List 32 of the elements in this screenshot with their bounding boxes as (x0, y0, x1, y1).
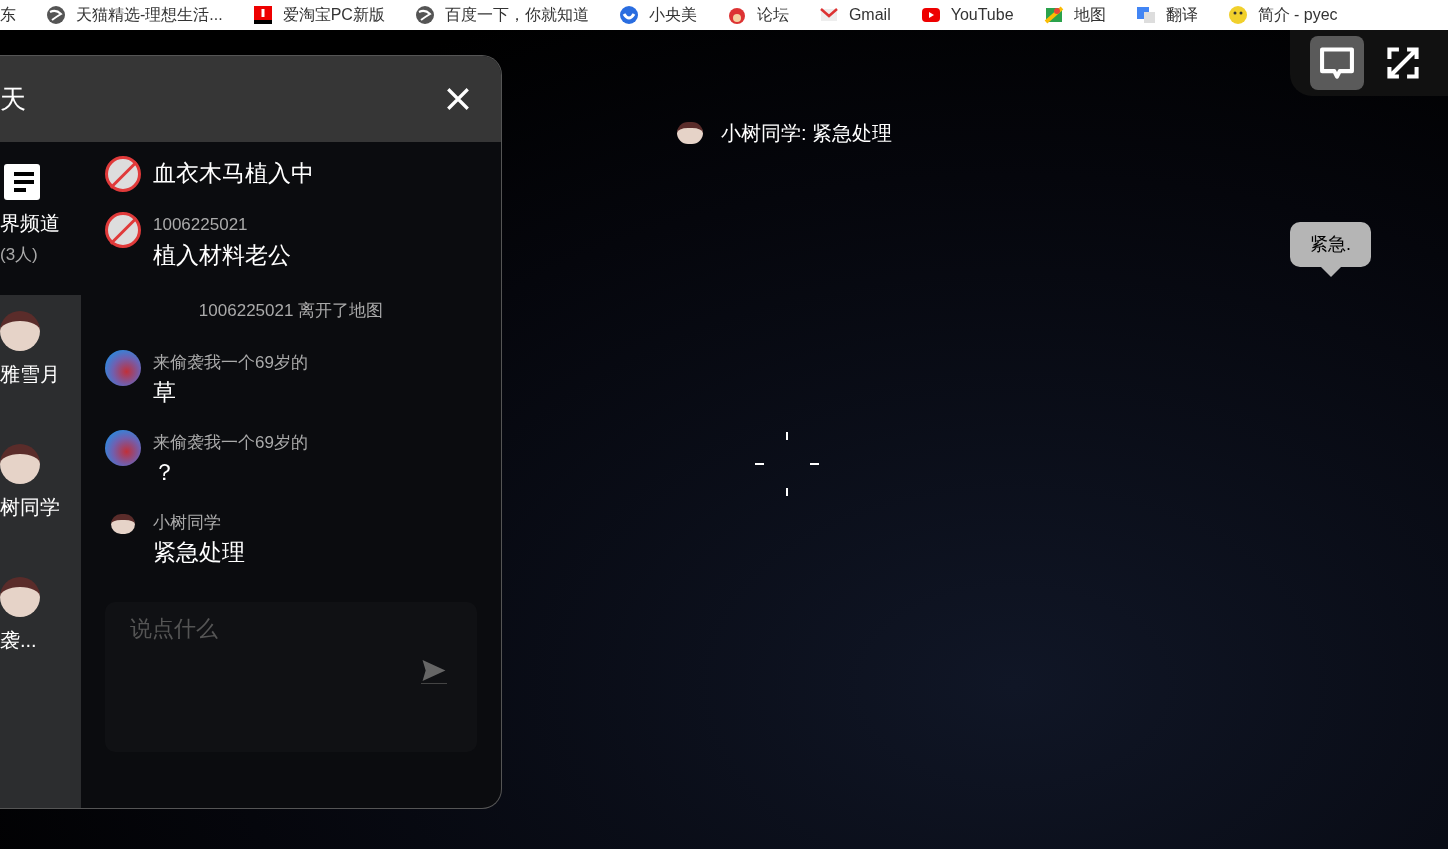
bookmark-link[interactable]: 百度一下，你就知道 (414, 3, 589, 27)
bookmark-link[interactable]: Gmail (818, 3, 891, 27)
bookmark-link[interactable]: 爱淘宝PC新版 (252, 3, 385, 27)
message-text: 草 (153, 378, 177, 407)
member-count: (3人) (0, 244, 39, 266)
channel-name: 袭... (0, 628, 38, 653)
channel-item[interactable]: 雅雪月 (0, 295, 81, 428)
bookmark-link[interactable]: YouTube (920, 3, 1014, 27)
channel-item[interactable]: 袭... (0, 561, 81, 694)
channel-item[interactable]: 树同学 (0, 428, 81, 561)
bookmark-link[interactable]: 论坛 (726, 3, 789, 27)
bookmark-link[interactable]: 东 (0, 3, 16, 27)
bookmark-link[interactable]: 天猫精选-理想生活... (46, 3, 223, 27)
message-text: 紧急处理 (153, 538, 245, 567)
sender-name: 来偷袭我一个69岁的 (153, 431, 308, 454)
system-notice: 1006225021 离开了地图 (197, 300, 385, 322)
message-text: 植入材料老公 (153, 240, 291, 270)
message-text: 血衣木马植入中 (153, 159, 314, 188)
bookmark-link[interactable]: 地图 (1043, 3, 1106, 27)
sender-name: 1006225021 (153, 214, 249, 236)
channel-name: 界频道 (0, 211, 61, 236)
sender-name: 小树同学 (153, 511, 222, 534)
sender-name: 来偷袭我一个69岁的 (153, 351, 308, 374)
bookmark-link[interactable]: 简介 - pyec (1227, 3, 1338, 27)
bookmark-link[interactable]: 翻译 (1135, 3, 1198, 27)
chat-title: 天 (0, 82, 26, 116)
message-text: ？ (153, 458, 177, 487)
player-caption: 小树同学: 紧急处理 (721, 121, 893, 146)
channel-name: 雅雪月 (0, 362, 61, 387)
bookmark-link[interactable]: 小央美 (618, 3, 697, 27)
channel-name: 树同学 (0, 495, 61, 520)
message-input-field[interactable]: 说点什么 (105, 601, 477, 752)
